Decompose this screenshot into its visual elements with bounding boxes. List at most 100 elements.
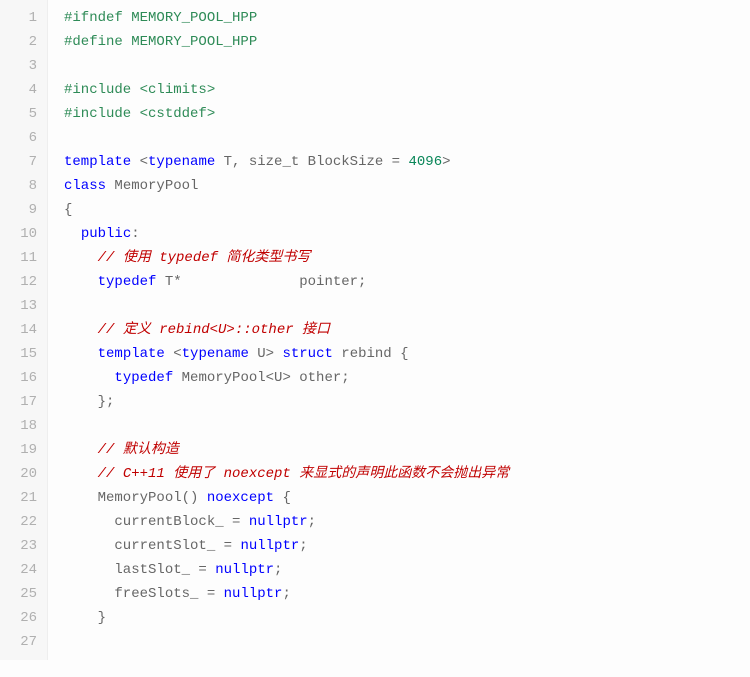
- code-line: MemoryPool() noexcept {: [64, 486, 750, 510]
- code-token: [64, 226, 81, 242]
- code-token: noexcept: [207, 490, 274, 506]
- code-line: // 默认构造: [64, 438, 750, 462]
- code-token: U>: [249, 346, 283, 362]
- code-token: // 默认构造: [98, 442, 179, 458]
- code-token: MemoryPool<U> other;: [173, 370, 349, 386]
- line-number: 12: [0, 270, 37, 294]
- line-number: 15: [0, 342, 37, 366]
- line-number: 7: [0, 150, 37, 174]
- code-token: #ifndef MEMORY_POOL_HPP: [64, 10, 257, 26]
- line-number: 14: [0, 318, 37, 342]
- code-token: nullptr: [240, 538, 299, 554]
- code-line: [64, 54, 750, 78]
- code-token: :: [131, 226, 139, 242]
- code-token: typedef: [98, 274, 157, 290]
- code-token: typename: [182, 346, 249, 362]
- code-line: [64, 630, 750, 654]
- line-number: 25: [0, 582, 37, 606]
- code-token: }: [64, 610, 106, 626]
- line-number: 18: [0, 414, 37, 438]
- code-line: freeSlots_ = nullptr;: [64, 582, 750, 606]
- code-line: #include <climits>: [64, 78, 750, 102]
- code-token: {: [64, 202, 72, 218]
- code-block: 1234567891011121314151617181920212223242…: [0, 0, 750, 660]
- line-number: 3: [0, 54, 37, 78]
- code-token: rebind {: [333, 346, 409, 362]
- code-token: T, size_t BlockSize =: [215, 154, 408, 170]
- code-token: ;: [299, 538, 307, 554]
- code-token: [64, 466, 98, 482]
- code-token: #include <cstddef>: [64, 106, 215, 122]
- code-token: typedef: [114, 370, 173, 386]
- line-number: 27: [0, 630, 37, 654]
- line-number: 20: [0, 462, 37, 486]
- code-line: [64, 414, 750, 438]
- code-line: template <typename U> struct rebind {: [64, 342, 750, 366]
- code-token: typename: [148, 154, 215, 170]
- code-token: ;: [308, 514, 316, 530]
- line-number: 9: [0, 198, 37, 222]
- code-token: nullptr: [224, 586, 283, 602]
- code-line: typedef T* pointer;: [64, 270, 750, 294]
- code-token: <: [131, 154, 148, 170]
- code-line: #define MEMORY_POOL_HPP: [64, 30, 750, 54]
- code-token: 4096: [408, 154, 442, 170]
- code-token: #define MEMORY_POOL_HPP: [64, 34, 257, 50]
- code-line: #ifndef MEMORY_POOL_HPP: [64, 6, 750, 30]
- code-token: [64, 442, 98, 458]
- code-content[interactable]: #ifndef MEMORY_POOL_HPP #define MEMORY_PO…: [48, 0, 750, 660]
- code-token: [64, 370, 114, 386]
- code-line: template <typename T, size_t BlockSize =…: [64, 150, 750, 174]
- code-token: >: [442, 154, 450, 170]
- code-token: [64, 274, 98, 290]
- code-token: nullptr: [215, 562, 274, 578]
- code-token: <: [165, 346, 182, 362]
- line-number: 8: [0, 174, 37, 198]
- line-number: 16: [0, 366, 37, 390]
- code-token: lastSlot_ =: [64, 562, 215, 578]
- line-number: 13: [0, 294, 37, 318]
- code-line: // 定义 rebind<U>::other 接口: [64, 318, 750, 342]
- code-token: T* pointer;: [156, 274, 366, 290]
- code-line: typedef MemoryPool<U> other;: [64, 366, 750, 390]
- code-token: currentBlock_ =: [64, 514, 249, 530]
- code-line: }: [64, 606, 750, 630]
- code-token: class: [64, 178, 106, 194]
- code-line: // 使用 typedef 简化类型书写: [64, 246, 750, 270]
- code-line: #include <cstddef>: [64, 102, 750, 126]
- line-number: 10: [0, 222, 37, 246]
- line-number: 21: [0, 486, 37, 510]
- code-token: MemoryPool: [106, 178, 198, 194]
- code-line: [64, 294, 750, 318]
- code-token: #include <climits>: [64, 82, 215, 98]
- line-number: 5: [0, 102, 37, 126]
- code-token: currentSlot_ =: [64, 538, 240, 554]
- code-line: public:: [64, 222, 750, 246]
- code-token: {: [274, 490, 291, 506]
- code-token: // 使用 typedef 简化类型书写: [98, 250, 311, 266]
- code-token: template: [64, 154, 131, 170]
- code-token: // 定义 rebind<U>::other 接口: [98, 322, 330, 338]
- code-line: [64, 126, 750, 150]
- code-token: // C++11 使用了 noexcept 来显式的声明此函数不会抛出异常: [98, 466, 510, 482]
- code-line: // C++11 使用了 noexcept 来显式的声明此函数不会抛出异常: [64, 462, 750, 486]
- code-token: public: [81, 226, 131, 242]
- line-number: 6: [0, 126, 37, 150]
- line-number: 24: [0, 558, 37, 582]
- code-token: template: [98, 346, 165, 362]
- code-token: freeSlots_ =: [64, 586, 224, 602]
- line-number: 11: [0, 246, 37, 270]
- code-line: currentSlot_ = nullptr;: [64, 534, 750, 558]
- line-number: 4: [0, 78, 37, 102]
- line-number: 23: [0, 534, 37, 558]
- code-line: };: [64, 390, 750, 414]
- line-number-gutter: 1234567891011121314151617181920212223242…: [0, 0, 48, 660]
- line-number: 1: [0, 6, 37, 30]
- line-number: 2: [0, 30, 37, 54]
- line-number: 19: [0, 438, 37, 462]
- code-line: lastSlot_ = nullptr;: [64, 558, 750, 582]
- code-token: [64, 346, 98, 362]
- code-token: nullptr: [249, 514, 308, 530]
- code-token: MemoryPool(): [64, 490, 207, 506]
- code-line: class MemoryPool: [64, 174, 750, 198]
